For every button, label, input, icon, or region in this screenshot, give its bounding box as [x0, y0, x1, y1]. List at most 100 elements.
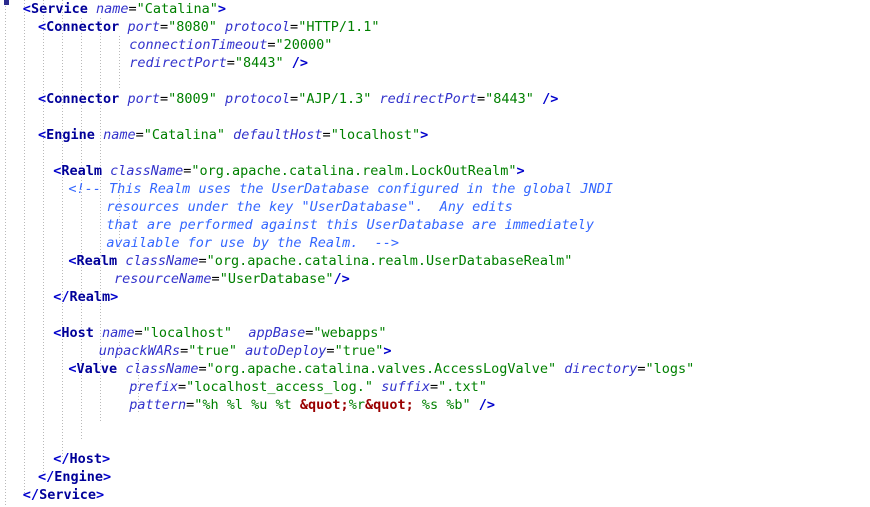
code-line: <Valve className="org.apache.catalina.va…: [0, 360, 870, 378]
token-val: "localhost_access_log.": [186, 379, 374, 395]
token-eq: =: [198, 253, 207, 269]
code-line: <Realm className="org.apache.catalina.re…: [0, 252, 870, 270]
token-punct: </: [22, 487, 40, 503]
token-attr: appBase: [248, 325, 306, 341]
token-attr: className: [125, 253, 199, 269]
code-line: <Realm className="org.apache.catalina.re…: [0, 162, 870, 180]
token-eq: =: [322, 127, 331, 143]
token-eq: =: [135, 127, 144, 143]
token-tag: Connector: [46, 91, 120, 107]
token-tag: Service: [39, 487, 96, 503]
token-attr: port: [127, 91, 160, 107]
code-line: <Connector port="8009" protocol="AJP/1.3…: [0, 90, 870, 108]
token-val: "%h %l %u %t: [194, 397, 300, 413]
token-eq: =: [477, 91, 486, 107]
code-editor-view[interactable]: <Service name="Catalina"> <Connector port…: [0, 0, 870, 507]
token-punct: </: [53, 451, 70, 467]
token-tag: Host: [69, 451, 102, 467]
token-attr: name: [101, 325, 135, 341]
token-val: "org.apache.catalina.realm.LockOutRealm": [191, 163, 517, 179]
token-val: "8080": [168, 19, 217, 35]
token-val: "8009": [168, 91, 217, 107]
token-eq: =: [326, 343, 335, 359]
token-tag: Engine: [54, 469, 104, 485]
code-line: redirectPort="8443" />: [0, 54, 870, 72]
code-line: <Connector port="8080" protocol="HTTP/1.…: [0, 18, 870, 36]
token-val: "HTTP/1.1": [298, 19, 380, 35]
token-attr: suffix: [381, 379, 430, 395]
token-attr: redirectPort: [379, 91, 478, 107]
token-val: "true": [188, 343, 237, 359]
token-attr: name: [95, 1, 129, 17]
token-val: "logs": [645, 361, 695, 377]
token-eq: =: [186, 397, 195, 413]
token-punct: <: [68, 361, 77, 377]
code-line: resources under the key "UserDatabase". …: [0, 198, 870, 216]
token-attr: pattern: [129, 397, 187, 413]
token-attr: port: [127, 19, 160, 35]
token-val: "org.apache.catalina.realm.UserDatabaseR…: [206, 253, 573, 269]
code-line: <!-- This Realm uses the UserDatabase co…: [0, 180, 870, 198]
token-eq: =: [134, 325, 143, 341]
token-attr: prefix: [129, 379, 178, 395]
token-punct: <: [22, 1, 31, 17]
token-val: "20000": [275, 37, 333, 53]
token-tag: Connector: [46, 19, 120, 35]
token-comment: <!-- This Realm uses the UserDatabase co…: [68, 181, 613, 197]
token-eq: =: [290, 19, 299, 35]
code-line: prefix="localhost_access_log." suffix=".…: [0, 378, 870, 396]
token-attr: protocol: [225, 19, 291, 35]
token-val: ".txt": [438, 379, 487, 395]
token-tag: Engine: [46, 127, 95, 143]
token-punct: <: [38, 19, 47, 35]
token-attr: defaultHost: [233, 127, 323, 143]
token-eq: =: [177, 379, 187, 395]
token-punct: <: [38, 91, 47, 107]
token-eq: =: [226, 55, 235, 71]
token-eq: =: [429, 379, 439, 395]
token-tag: Realm: [76, 253, 118, 269]
token-punct: />: [333, 271, 350, 287]
token-eq: =: [211, 271, 220, 287]
token-eq: =: [198, 361, 207, 377]
token-val: "Catalina": [136, 1, 218, 17]
token-punct: </: [38, 469, 55, 485]
token-val: %s %b": [413, 397, 471, 413]
token-tag: Host: [61, 325, 94, 341]
token-attr: protocol: [225, 91, 291, 107]
token-val: "localhost": [142, 325, 233, 341]
code-line: pattern="%h %l %u %t &quot;%r&quot; %s %…: [0, 396, 870, 414]
code-line: resourceName="UserDatabase"/>: [0, 270, 870, 288]
token-punct: >: [383, 343, 392, 359]
token-attr: className: [110, 163, 184, 179]
code-line: that are performed against this UserData…: [0, 216, 870, 234]
token-punct: >: [95, 487, 105, 503]
token-attr: unpackWARs: [98, 343, 181, 359]
token-val: "UserDatabase": [219, 271, 334, 287]
token-eq: =: [290, 91, 299, 107]
token-val: "8443": [234, 55, 284, 71]
caret-marker: [4, 0, 9, 5]
token-comment: resources under the key "UserDatabase". …: [106, 199, 513, 215]
token-val: "8443": [485, 91, 534, 107]
token-attr: autoDeploy: [245, 343, 327, 359]
token-attr: name: [103, 127, 136, 143]
code-line: connectionTimeout="20000": [0, 36, 870, 54]
token-val: "Catalina": [143, 127, 225, 143]
token-punct: >: [101, 451, 111, 467]
